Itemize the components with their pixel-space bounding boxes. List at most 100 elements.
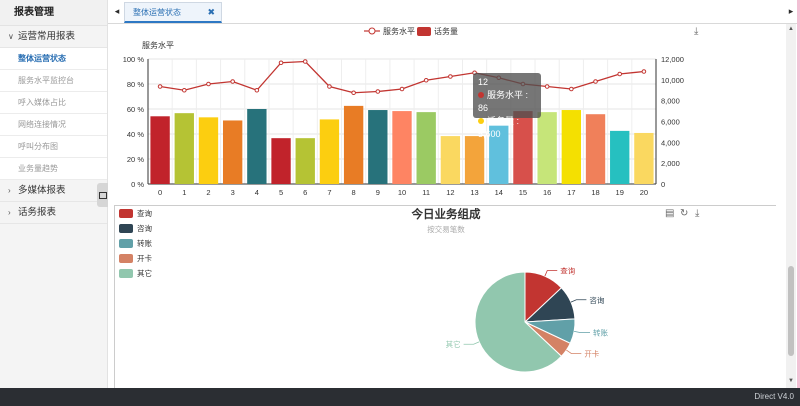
y-left-tick-label: 0 %: [131, 180, 144, 189]
sidebar-group-traffic[interactable]: › 话务报表: [0, 202, 107, 224]
x-tick-label: 10: [398, 188, 406, 197]
x-tick-label: 20: [640, 188, 648, 197]
line-point-7: [327, 84, 332, 89]
tab-next-button[interactable]: ▸: [784, 0, 798, 24]
tooltip-line1: 服务水平 : 86: [478, 90, 529, 113]
bar-17: [561, 110, 582, 184]
x-tick-label: 0: [158, 188, 162, 197]
y-right-tick-label: 2,000: [661, 159, 680, 168]
vertical-scrollbar[interactable]: ▲ ▼: [786, 24, 796, 388]
sidebar-item-call-distribution[interactable]: 呼叫分布图: [0, 136, 107, 158]
x-tick-label: 12: [446, 188, 454, 197]
scrollbar-thumb[interactable]: [788, 266, 794, 356]
x-tick-label: 19: [616, 188, 624, 197]
chevron-right-icon: ›: [8, 208, 11, 217]
pie-label-line: [574, 330, 591, 333]
status-footer: Direct V4.0: [0, 388, 800, 406]
sidebar: 报表管理 ∨ 运营常用报表 整体运营状态 服务水平监控台 呼入媒体占比 网络连接情…: [0, 0, 108, 388]
scroll-down-icon[interactable]: ▼: [787, 378, 795, 384]
pie-label-line: [566, 349, 582, 354]
legend-label: 话务量: [434, 26, 458, 36]
bar-3: [222, 120, 243, 184]
close-icon[interactable]: ✖: [207, 3, 215, 22]
bar-6: [295, 138, 315, 184]
sidebar-item-network[interactable]: 网络连接情况: [0, 114, 107, 136]
business-composition-panel: 今日业务组成 按交易笔数 查询 咨询 转账 开卡 其它 ▤ ↻ ⤓ 查询 咨询 转账…: [114, 205, 776, 388]
line-point-19: [617, 71, 623, 77]
sidebar-item-media-share[interactable]: 呼入媒体占比: [0, 92, 107, 114]
y-axis-title: 服务水平: [142, 40, 174, 50]
sidebar-item-volume-trend[interactable]: 业务量趋势: [0, 158, 107, 180]
y-right-tick-label: 6,000: [661, 118, 680, 127]
line-point-2: [206, 81, 211, 87]
line-point-18: [593, 79, 598, 84]
sidebar-item-overall-status[interactable]: 整体运营状态: [0, 48, 107, 70]
pie-label-line: [544, 270, 558, 277]
bar-4: [247, 109, 267, 184]
bar-10: [392, 111, 412, 184]
tooltip-line2: 话务量 : 5,600: [478, 116, 520, 139]
scroll-up-icon[interactable]: ▲: [787, 26, 795, 32]
line-point-16: [544, 84, 550, 89]
legend-line-marker: [368, 27, 376, 35]
tooltip-bar-swatch: [478, 118, 484, 124]
app-window: 报表管理 ∨ 运营常用报表 整体运营状态 服务水平监控台 呼入媒体占比 网络连接情…: [0, 0, 800, 406]
line-point-8: [351, 90, 356, 96]
line-point-1: [181, 87, 187, 93]
sidebar-group-label: 运营常用报表: [18, 31, 76, 42]
line-point-3: [230, 79, 235, 84]
service-level-chart-panel: 服务水平 话务量 服务水平 0 % 20 % 40 % 60 % 80 % 100 % 0 2,00…: [114, 24, 776, 204]
download-icon[interactable]: ⤓: [694, 26, 698, 37]
x-tick-label: 9: [376, 188, 380, 197]
line-point-12: [448, 74, 453, 79]
x-tick-label: 13: [470, 188, 478, 197]
tab-overall-status[interactable]: 整体运营状态 ✖: [124, 2, 222, 23]
tab-prev-button[interactable]: ◂: [110, 0, 124, 24]
line-point-9: [375, 89, 381, 94]
y-right-tick-label: 4,000: [661, 138, 680, 147]
bar-7: [319, 119, 340, 184]
sidebar-group-operations[interactable]: ∨ 运营常用报表: [0, 26, 107, 48]
x-tick-label: 14: [495, 188, 503, 197]
bar-13: [464, 136, 485, 184]
y-right-tick-label: 8,000: [661, 97, 680, 106]
line-point-4: [254, 87, 260, 93]
bar-18: [585, 114, 606, 184]
line-point-6: [302, 59, 308, 64]
x-tick-label: 7: [327, 188, 331, 197]
chart-tooltip: 12 服务水平 : 86 话务量 : 5,600: [473, 73, 541, 139]
chevron-down-icon: ∨: [8, 32, 14, 41]
sidebar-title: 报表管理: [0, 0, 107, 26]
y-left-tick-label: 20 %: [127, 155, 144, 164]
legend-bar-swatch: [417, 27, 431, 36]
y-left-tick-label: 80 %: [127, 80, 144, 89]
tooltip-line-swatch: [478, 92, 484, 98]
sidebar-group-multimedia[interactable]: › 多媒体报表: [0, 180, 107, 202]
bar-16: [537, 112, 557, 184]
y-left-tick-label: 60 %: [127, 105, 144, 114]
y-right-tick-label: 12,000: [661, 55, 684, 64]
line-point-17: [569, 86, 574, 92]
bar-1: [174, 113, 194, 184]
line-point-0: [157, 84, 163, 89]
x-tick-label: 8: [352, 188, 356, 197]
y-left-tick-label: 100 %: [123, 55, 145, 64]
sidebar-collapse-handle[interactable]: [97, 183, 108, 207]
service-level-chart: 服务水平 话务量服务水平0 %20 %40 %60 %80 %100 %02,00…: [123, 26, 684, 197]
x-tick-label: 2: [206, 188, 210, 197]
y-left-tick-label: 40 %: [127, 130, 144, 139]
x-tick-label: 6: [303, 188, 307, 197]
pie-label: 开卡: [584, 348, 599, 358]
line-point-20: [641, 69, 647, 74]
pie-label-line: [463, 341, 480, 345]
bar-12: [440, 136, 461, 184]
bar-19: [610, 130, 630, 184]
x-tick-label: 5: [279, 188, 283, 197]
x-tick-label: 11: [422, 188, 430, 197]
pie-label: 查询: [560, 266, 575, 276]
sidebar-item-service-level[interactable]: 服务水平监控台: [0, 70, 107, 92]
bar-0: [150, 116, 170, 184]
version-label: Direct V4.0: [754, 392, 794, 401]
tab-bar: ◂ 整体运营状态 ✖ ▸: [108, 0, 800, 24]
chevron-right-icon: ›: [8, 186, 11, 195]
